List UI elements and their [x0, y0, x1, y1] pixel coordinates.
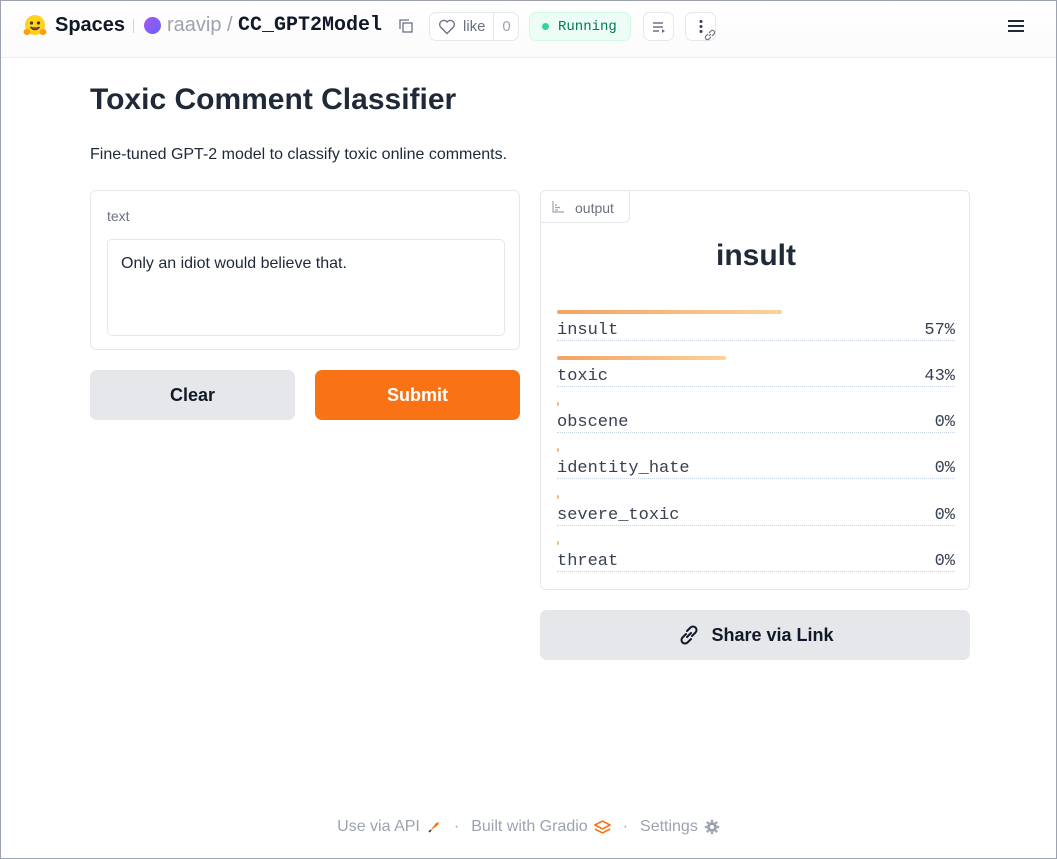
- confidence-bar: [557, 495, 559, 499]
- confidence-label: identity_hate: [557, 459, 696, 478]
- confidence-value: 0%: [928, 413, 955, 432]
- logs-button[interactable]: [643, 12, 674, 41]
- more-options-button[interactable]: [685, 12, 716, 41]
- submit-button[interactable]: Submit: [315, 370, 520, 420]
- hugging-face-logo-icon[interactable]: [22, 13, 48, 39]
- footer-separator: ·: [453, 818, 460, 835]
- use-via-api-link[interactable]: Use via API: [337, 818, 442, 836]
- confidence-label: severe_toxic: [557, 506, 686, 525]
- dotted-leader: [557, 478, 955, 479]
- heart-icon: [438, 19, 456, 34]
- built-label: Built with Gradio: [471, 818, 588, 835]
- dotted-leader: [557, 340, 955, 341]
- status-badge[interactable]: Running: [529, 12, 631, 41]
- confidence-bar: [557, 356, 726, 360]
- text-input[interactable]: Only an idiot would believe that.: [107, 239, 505, 336]
- path-separator: /: [227, 14, 233, 36]
- confidence-row: toxic 43%: [557, 356, 955, 396]
- divider: [133, 19, 134, 33]
- owner-link[interactable]: raavip: [167, 14, 221, 37]
- confidence-label: obscene: [557, 413, 635, 432]
- like-button[interactable]: like 0: [429, 12, 519, 41]
- clear-button[interactable]: Clear: [90, 370, 295, 420]
- confidence-label: toxic: [557, 367, 615, 386]
- rocket-icon: [428, 822, 439, 833]
- settings-label: Settings: [640, 818, 698, 835]
- confidence-row: obscene 0%: [557, 402, 955, 442]
- confidence-bar: [557, 310, 782, 314]
- status-dot: [542, 23, 549, 30]
- chart-icon: [552, 201, 564, 213]
- list-icon: [653, 22, 665, 33]
- confidence-value: 0%: [928, 459, 955, 478]
- settings-link[interactable]: Settings: [640, 818, 720, 836]
- page-description: Fine-tuned GPT-2 model to classify toxic…: [90, 146, 508, 163]
- confidence-row: threat 0%: [557, 541, 955, 581]
- confidence-label: threat: [557, 552, 625, 571]
- repo-name[interactable]: CC_GPT2Model: [238, 14, 382, 37]
- confidence-value: 43%: [918, 367, 955, 386]
- gradio-icon: [593, 819, 611, 834]
- menu-icon[interactable]: [1006, 17, 1026, 35]
- confidence-row: insult 57%: [557, 310, 955, 350]
- link-icon: [680, 625, 698, 645]
- like-label: like: [463, 18, 486, 35]
- dotted-leader: [557, 525, 955, 526]
- footer: Use via API · Built with Gradio · Settin…: [0, 818, 1057, 836]
- predicted-label: insult: [716, 239, 796, 272]
- input-panel: text Only an idiot would believe that.: [90, 190, 520, 350]
- confidence-bar: [557, 541, 559, 545]
- gear-icon: [704, 819, 720, 835]
- confidence-bar: [557, 402, 559, 406]
- share-label: Share via Link: [711, 624, 834, 645]
- page-title: Toxic Comment Classifier: [90, 83, 457, 116]
- confidence-row: identity_hate 0%: [557, 448, 955, 488]
- footer-separator: ·: [622, 818, 629, 835]
- like-count[interactable]: 0: [493, 13, 519, 40]
- dotted-leader: [557, 571, 955, 572]
- confidence-value: 57%: [918, 321, 955, 340]
- confidence-value: 0%: [928, 506, 955, 525]
- confidence-label: insult: [557, 321, 625, 340]
- confidence-value: 0%: [928, 552, 955, 571]
- confidence-row: severe_toxic 0%: [557, 495, 955, 535]
- share-via-link-button[interactable]: Share via Link: [540, 610, 970, 660]
- embed-link-icon: [704, 29, 716, 41]
- output-panel: output insult insult 57% toxic 43% obsce…: [540, 190, 970, 590]
- owner-avatar[interactable]: [144, 17, 161, 34]
- confidence-bar: [557, 448, 559, 452]
- status-text: Running: [558, 19, 617, 35]
- dotted-leader: [557, 386, 955, 387]
- spaces-link[interactable]: Spaces: [55, 14, 125, 37]
- built-with-gradio-link[interactable]: Built with Gradio: [471, 818, 611, 836]
- top-bar: Spaces raavip / CC_GPT2Model like 0 Runn…: [1, 1, 1056, 58]
- output-tag: output: [541, 191, 630, 223]
- dotted-leader: [557, 432, 955, 433]
- output-tag-label: output: [575, 200, 614, 216]
- input-label: text: [107, 208, 130, 224]
- copy-icon[interactable]: [399, 19, 413, 33]
- api-label: Use via API: [337, 818, 420, 835]
